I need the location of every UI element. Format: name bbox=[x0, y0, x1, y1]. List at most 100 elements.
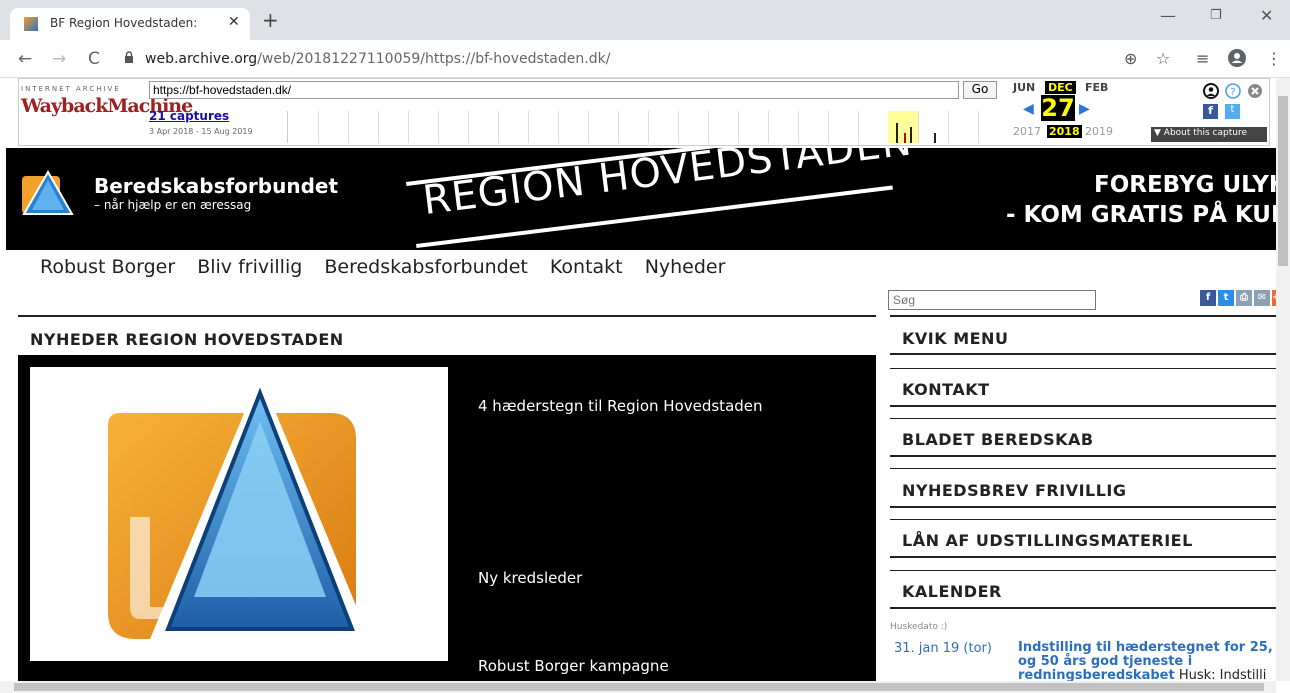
main-navigation: Robust Borger Bliv frivillig Beredskabsf… bbox=[40, 256, 741, 278]
nav-beredskabsforbundet[interactable]: Beredskabsforbundet bbox=[324, 256, 528, 278]
forward-button[interactable]: → bbox=[52, 49, 66, 69]
window-close-button[interactable]: ✕ bbox=[1260, 6, 1273, 25]
sidebar-divider bbox=[890, 506, 1276, 508]
year-prev[interactable]: 2017 bbox=[1013, 125, 1041, 138]
sidebar-divider bbox=[890, 468, 1276, 469]
sidebar-divider bbox=[890, 368, 1276, 369]
site-banner: Beredskabsforbundet – når hjælp er en ær… bbox=[6, 148, 1278, 250]
sidebar-bladet-beredskab[interactable]: BLADET BEREDSKAB bbox=[902, 430, 1094, 449]
address-bar[interactable]: web.archive.org/web/20181227110059/https… bbox=[145, 51, 610, 67]
tab-title: BF Region Hovedstaden: BF Regi bbox=[50, 16, 200, 30]
sidebar-divider bbox=[890, 570, 1276, 571]
org-name: Beredskabsforbundet bbox=[94, 174, 339, 198]
sidebar-divider bbox=[890, 519, 1276, 520]
capture-day: 27 bbox=[1041, 94, 1075, 122]
menu-icon[interactable]: ⋮ bbox=[1266, 49, 1282, 68]
calendar-date: 31. jan 19 (tor) bbox=[894, 641, 992, 656]
wayback-logo-top: INTERNET ARCHIVE bbox=[21, 85, 121, 93]
news-item-2[interactable]: Ny kredsleder bbox=[478, 569, 582, 587]
month-prev[interactable]: JUN bbox=[1013, 81, 1035, 94]
calendar-event[interactable]: Indstilling til hæderstegnet for 25, og … bbox=[1018, 641, 1278, 683]
close-wayback-icon[interactable] bbox=[1247, 83, 1263, 103]
month-next[interactable]: FEB bbox=[1085, 81, 1108, 94]
wayback-calendar: JUN DEC FEB ◀ 27 ▶ 2017 2018 2019 bbox=[1013, 81, 1133, 145]
account-icon[interactable] bbox=[1203, 83, 1219, 103]
back-button[interactable]: ← bbox=[18, 49, 32, 69]
browser-tab-bar: BF Region Hovedstaden: BF Regi ✕ + — ❐ ✕ bbox=[0, 0, 1290, 40]
url-host: web.archive.org bbox=[145, 51, 258, 67]
news-item-1[interactable]: 4 hæderstegn til Region Hovedstaden bbox=[478, 397, 763, 415]
next-capture-arrow-icon[interactable]: ▶ bbox=[1079, 101, 1090, 117]
profile-icon[interactable] bbox=[1228, 49, 1246, 71]
sidebar-divider bbox=[890, 315, 1276, 317]
facebook-share-icon[interactable]: f bbox=[1203, 104, 1218, 119]
sidebar-divider bbox=[890, 405, 1276, 407]
maximize-button[interactable]: ❐ bbox=[1210, 8, 1222, 23]
month-current: DEC bbox=[1045, 81, 1076, 94]
sidebar-kalender[interactable]: KALENDER bbox=[902, 582, 1002, 601]
reading-list-icon[interactable]: ≡ bbox=[1196, 49, 1209, 68]
news-divider bbox=[18, 315, 876, 317]
captures-link[interactable]: 21 captures bbox=[149, 109, 229, 123]
news-heading: NYHEDER REGION HOVEDSTADEN bbox=[30, 330, 344, 349]
vertical-scroll-thumb[interactable] bbox=[1278, 96, 1288, 266]
sidebar-kvik-menu[interactable]: KVIK MENU bbox=[902, 329, 1008, 348]
prev-capture-arrow-icon[interactable]: ◀ bbox=[1023, 101, 1034, 117]
about-capture-button[interactable]: ▼ About this capture bbox=[1151, 127, 1267, 142]
reload-button[interactable]: C bbox=[88, 49, 100, 69]
wayback-go-button[interactable]: Go bbox=[963, 81, 997, 99]
capture-bar bbox=[904, 133, 906, 143]
beredskabsforbundet-logo-icon[interactable] bbox=[22, 170, 74, 218]
zoom-icon[interactable]: ⊕ bbox=[1124, 49, 1137, 68]
sidebar-divider bbox=[890, 607, 1276, 609]
help-icon[interactable]: ? bbox=[1225, 83, 1241, 103]
new-tab-button[interactable]: + bbox=[262, 8, 279, 32]
bookmark-star-icon[interactable]: ☆ bbox=[1156, 49, 1170, 68]
twitter-share-icon[interactable]: t bbox=[1225, 104, 1240, 119]
sidebar-nyhedsbrev[interactable]: NYHEDSBREV FRIVILLIG bbox=[902, 481, 1127, 500]
sidebar-kontakt[interactable]: KONTAKT bbox=[902, 380, 990, 399]
facebook-icon[interactable]: f bbox=[1200, 290, 1216, 306]
capture-bar bbox=[910, 127, 912, 143]
sidebar-divider bbox=[890, 418, 1276, 419]
wayback-toolbar: INTERNET ARCHIVE WaybackMachine Go 21 ca… bbox=[18, 78, 1270, 146]
browser-tab[interactable]: BF Region Hovedstaden: BF Regi ✕ bbox=[10, 8, 250, 40]
year-next[interactable]: 2019 bbox=[1085, 125, 1113, 138]
nav-robust-borger[interactable]: Robust Borger bbox=[40, 256, 175, 278]
horizontal-scrollbar[interactable] bbox=[0, 681, 1276, 693]
captures-range: 3 Apr 2018 - 15 Aug 2019 bbox=[149, 127, 253, 136]
nav-nyheder[interactable]: Nyheder bbox=[645, 256, 726, 278]
twitter-icon[interactable]: t bbox=[1218, 290, 1234, 306]
email-icon[interactable]: ✉ bbox=[1254, 290, 1270, 306]
sidebar-laan-udstillingsmateriel[interactable]: LÅN AF UDSTILLINGSMATERIEL bbox=[902, 531, 1193, 550]
sidebar-divider bbox=[890, 556, 1276, 558]
nav-kontakt[interactable]: Kontakt bbox=[550, 256, 623, 278]
calendar-label: Huskedato :) bbox=[890, 622, 948, 632]
url-path: /web/20181227110059/https://bf-hovedstad… bbox=[257, 51, 611, 67]
svg-text:?: ? bbox=[1230, 87, 1235, 98]
region-title-graphic: REGION HOVEDSTADEN bbox=[406, 148, 915, 250]
favicon-icon bbox=[24, 17, 38, 31]
vertical-scrollbar[interactable] bbox=[1276, 78, 1290, 681]
capture-bar bbox=[896, 123, 898, 143]
nav-bliv-frivillig[interactable]: Bliv frivillig bbox=[197, 256, 302, 278]
lock-icon bbox=[124, 51, 134, 66]
wayback-url-input[interactable] bbox=[149, 81, 959, 99]
sparkline-highlight bbox=[888, 111, 918, 143]
promo-line-1[interactable]: FOREBYG ULYKK bbox=[1094, 172, 1278, 198]
browser-toolbar: ← → C web.archive.org/web/20181227110059… bbox=[0, 40, 1290, 78]
horizontal-scroll-thumb[interactable] bbox=[14, 683, 1264, 691]
news-item-3[interactable]: Robust Borger kampagne bbox=[478, 657, 669, 675]
search-input[interactable] bbox=[888, 290, 1096, 310]
sidebar-divider bbox=[890, 455, 1276, 457]
year-current: 2018 bbox=[1047, 125, 1082, 138]
news-image[interactable] bbox=[30, 367, 448, 661]
org-tagline: – når hjælp er en æressag bbox=[94, 198, 252, 212]
tab-close-icon[interactable]: ✕ bbox=[228, 14, 240, 30]
capture-sparkline[interactable] bbox=[287, 111, 1007, 143]
sidebar-divider bbox=[890, 353, 1276, 355]
capture-bar bbox=[934, 133, 936, 143]
promo-line-2[interactable]: - KOM GRATIS PÅ KURS bbox=[1006, 202, 1278, 228]
minimize-button[interactable]: — bbox=[1160, 6, 1176, 25]
print-icon[interactable]: ⎙ bbox=[1236, 290, 1252, 306]
